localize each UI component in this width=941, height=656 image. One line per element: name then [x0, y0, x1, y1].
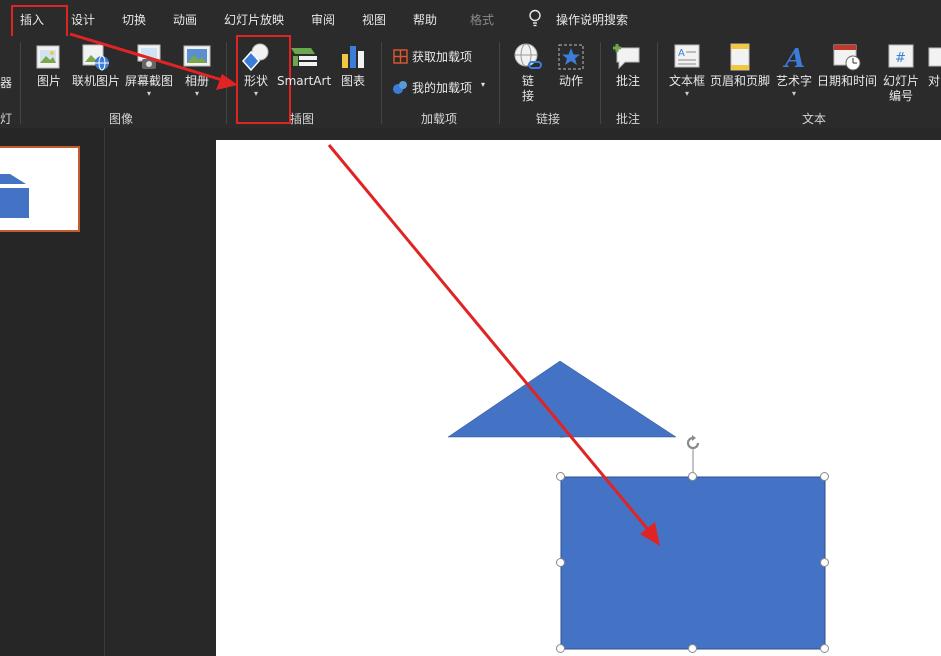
resize-handle-bottom-left[interactable] — [556, 644, 565, 653]
textbox-icon: A — [672, 42, 702, 72]
slide-number-icon: # — [886, 42, 916, 72]
resize-handle-top-left[interactable] — [556, 472, 565, 481]
slide-thumbnail-1[interactable] — [0, 146, 80, 232]
tab-transitions[interactable]: 切换 — [122, 11, 146, 28]
photo-album-icon — [182, 42, 212, 72]
separator — [20, 42, 21, 124]
group-label-text: 文本 — [802, 112, 827, 126]
comment-bubble-icon — [613, 42, 643, 72]
tab-slideshow[interactable]: 幻灯片放映 — [224, 11, 284, 28]
group-label-links: 链接 — [536, 112, 561, 126]
object-icon — [927, 42, 941, 72]
chart-button[interactable]: 图表 — [338, 42, 368, 89]
separator — [600, 42, 601, 124]
wordart-icon: A — [779, 42, 809, 74]
dropdown-caret-icon: ▾ — [194, 89, 199, 98]
action-star-icon — [556, 42, 586, 72]
action-button[interactable]: 动作 — [556, 42, 586, 89]
screenshot-button[interactable]: 屏幕截图 ▾ — [124, 42, 174, 99]
picture-icon — [34, 42, 64, 72]
picture-button[interactable]: 图片 — [34, 42, 64, 89]
header-footer-icon — [725, 42, 755, 72]
group-label-illustrations: 插图 — [290, 112, 315, 126]
group-label-images: 图像 — [109, 112, 134, 126]
tab-animations[interactable]: 动画 — [173, 11, 197, 28]
rotate-handle-icon[interactable] — [684, 434, 702, 456]
screenshot-icon — [134, 42, 164, 72]
dropdown-caret-icon: ▾ — [791, 89, 796, 98]
store-grid-icon — [393, 49, 408, 68]
date-time-button[interactable]: 日期和时间 — [816, 42, 878, 89]
slide-number-button[interactable]: # 幻灯片 编号 — [881, 42, 921, 104]
resize-handle-left[interactable] — [556, 558, 565, 567]
separator — [657, 42, 658, 124]
tab-view[interactable]: 视图 — [362, 11, 386, 28]
highlight-insert-tab — [11, 5, 68, 38]
comment-button[interactable]: 批注 — [613, 42, 643, 89]
chart-icon — [338, 42, 368, 72]
svg-text:#: # — [895, 51, 906, 66]
resize-handle-top[interactable] — [688, 472, 697, 481]
group-label-addins: 加载项 — [421, 112, 458, 126]
partial-left-label: 器 — [0, 76, 13, 90]
slide-canvas[interactable] — [216, 140, 941, 656]
lightbulb-icon — [528, 9, 542, 31]
slide-thumbnail-pane — [0, 128, 104, 656]
dropdown-caret-icon: ▾ — [684, 89, 689, 98]
photo-album-button[interactable]: 相册 ▾ — [182, 42, 212, 99]
link-globe-icon — [513, 42, 543, 72]
calendar-clock-icon — [832, 42, 862, 72]
header-footer-button[interactable]: 页眉和页脚 — [709, 42, 771, 89]
svg-text:A: A — [678, 48, 685, 59]
tab-help[interactable]: 帮助 — [413, 11, 437, 28]
resize-handle-bottom-right[interactable] — [820, 644, 829, 653]
wordart-button[interactable]: A 艺术字 ▾ — [775, 42, 813, 99]
online-picture-button[interactable]: 联机图片 — [70, 42, 122, 89]
object-button[interactable]: 对 — [927, 42, 941, 89]
smartart-icon — [289, 42, 319, 72]
separator — [226, 42, 227, 124]
tab-review[interactable]: 审阅 — [311, 11, 335, 28]
addin-cube-icon — [393, 80, 408, 99]
online-picture-icon — [81, 42, 111, 72]
rectangle-shape[interactable] — [560, 476, 826, 650]
link-button[interactable]: 链 接 — [513, 42, 543, 104]
dropdown-caret-icon: ▾ — [146, 89, 151, 98]
smartart-button[interactable]: SmartArt — [277, 42, 331, 89]
tell-me-search[interactable]: 操作说明搜索 — [556, 11, 628, 28]
thumbnail-house-drawing — [0, 174, 29, 218]
separator — [499, 42, 500, 124]
group-label-comments: 批注 — [616, 112, 641, 126]
slide-shapes — [447, 360, 826, 650]
svg-text:A: A — [782, 44, 805, 72]
resize-handle-bottom[interactable] — [688, 644, 697, 653]
separator — [381, 42, 382, 124]
textbox-button[interactable]: A 文本框 ▾ — [668, 42, 706, 99]
tab-format[interactable]: 格式 — [470, 11, 494, 28]
dropdown-caret-icon: ▾ — [481, 80, 486, 89]
resize-handle-top-right[interactable] — [820, 472, 829, 481]
resize-handle-right[interactable] — [820, 558, 829, 567]
ribbon-tab-bar: 插入 设计 切换 动画 幻灯片放映 审阅 视图 帮助 格式 操作说明搜索 — [0, 0, 941, 36]
partial-left-group: 灯 — [0, 112, 13, 126]
triangle-shape[interactable] — [447, 360, 677, 438]
tab-design[interactable]: 设计 — [71, 11, 95, 28]
